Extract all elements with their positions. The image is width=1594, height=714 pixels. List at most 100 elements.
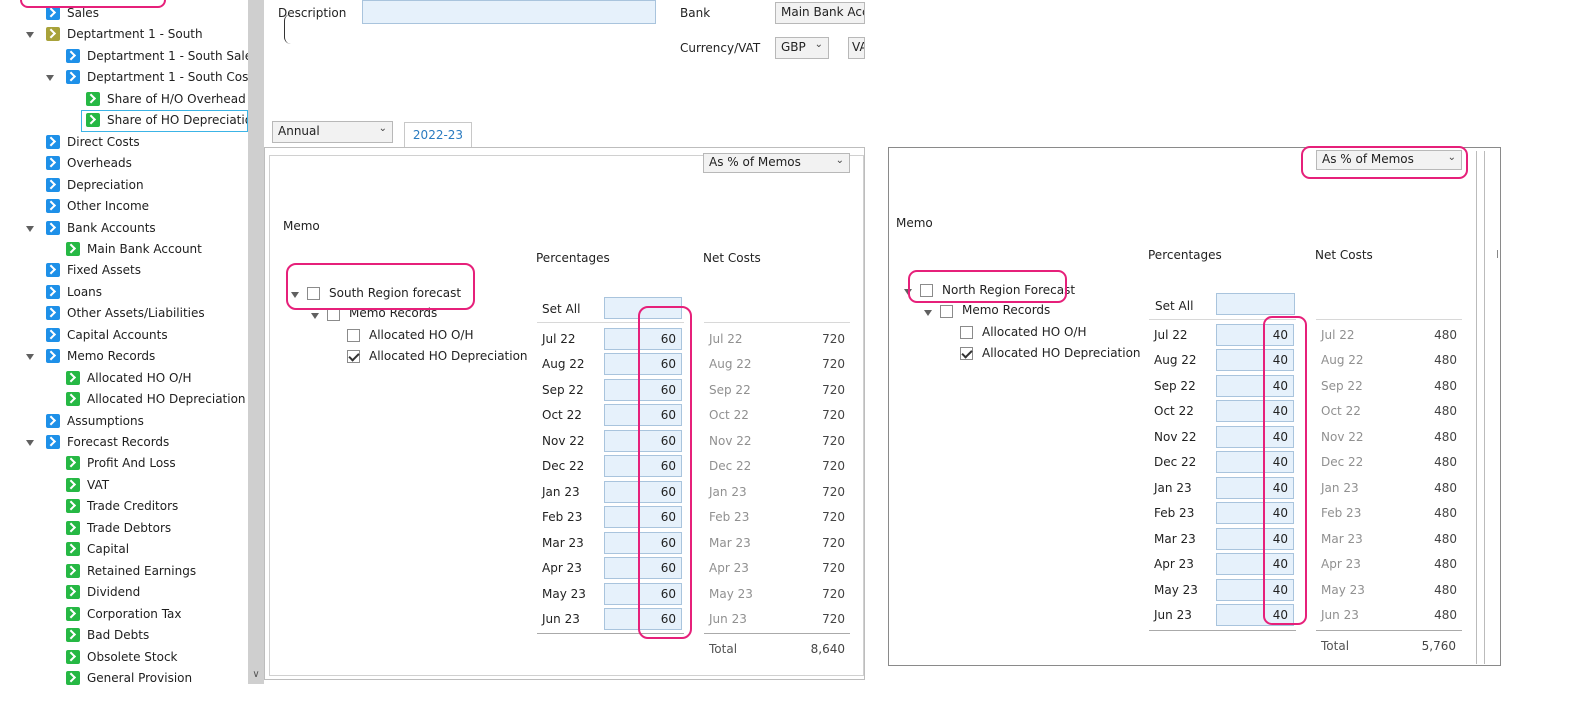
tree-item[interactable]: Memo Records: [46, 346, 155, 366]
tree-item-label: Allocated HO Depreciation: [87, 392, 246, 407]
north-set-all-input[interactable]: [1216, 293, 1295, 315]
tree-item-label: Deptartment 1 - South Cost: [87, 70, 252, 85]
tree-item[interactable]: Bank Accounts: [46, 218, 156, 238]
arrow-right-icon: [66, 241, 80, 256]
tree-item[interactable]: General Provision: [66, 668, 192, 688]
tree-item[interactable]: Deptartment 1 - South: [46, 24, 203, 44]
tree-scrollbar[interactable]: [248, 0, 264, 684]
net-cost-value: 480: [1434, 328, 1457, 342]
arrow-right-icon: [46, 220, 60, 235]
month-label: Apr 23: [542, 561, 582, 576]
expand-arrow-icon[interactable]: [26, 225, 34, 232]
memo-item-checkbox[interactable]: [960, 326, 973, 339]
tree-item[interactable]: Forecast Records: [46, 432, 169, 452]
memo-item-checkbox[interactable]: [347, 329, 360, 342]
tree-item[interactable]: Deptartment 1 - South Cost: [66, 67, 252, 87]
net-cost-value: 720: [822, 332, 845, 346]
tree-item[interactable]: Bad Debts: [66, 625, 149, 645]
net-month-label: Dec 22: [1321, 455, 1364, 470]
tree-item[interactable]: Deptartment 1 - South Sales: [66, 46, 252, 66]
vat-select[interactable]: VA: [848, 37, 865, 59]
south-mode-select[interactable]: As % of Memos ⌄: [703, 153, 850, 173]
tree-item[interactable]: Allocated HO O/H: [66, 368, 191, 388]
scroll-down-icon[interactable]: ∨: [249, 668, 263, 682]
arrow-right-icon: [66, 628, 80, 643]
tree-item-label: Memo Records: [67, 349, 156, 364]
tree-item[interactable]: Trade Debtors: [66, 518, 171, 538]
period-select[interactable]: Annual ⌄: [272, 121, 393, 143]
month-label: Oct 22: [542, 408, 582, 423]
tree-item[interactable]: Other Income: [46, 196, 149, 216]
tree-item[interactable]: Dividend: [66, 582, 140, 602]
net-month-label: Apr 23: [709, 561, 749, 576]
tree-item[interactable]: Allocated HO Depreciation: [66, 389, 246, 409]
expand-arrow-icon[interactable]: [924, 310, 932, 316]
tree-item-label: Corporation Tax: [87, 606, 182, 621]
tree-item[interactable]: Profit And Loss: [66, 453, 176, 473]
expand-arrow-icon[interactable]: [26, 440, 34, 446]
net-month-label: Jun 23: [1321, 607, 1359, 622]
south-percentages-header: Percentages: [536, 251, 610, 265]
arrow-right-icon: [66, 456, 80, 471]
expand-arrow-icon[interactable]: [311, 313, 319, 319]
south-total-value: 8,640: [810, 642, 845, 656]
tree-item-label: Forecast Records: [67, 435, 170, 449]
memo-item-checkbox[interactable]: [347, 350, 360, 363]
arrow-right-icon: [46, 306, 60, 321]
expand-arrow-icon[interactable]: [26, 32, 34, 39]
month-label: Mar 23: [542, 535, 584, 550]
tree-item[interactable]: Retained Earnings: [66, 561, 196, 581]
tree-item[interactable]: Direct Costs: [46, 132, 140, 152]
arrow-right-icon: [66, 392, 80, 407]
tree-item[interactable]: Loans: [46, 282, 102, 302]
tree-item-label: Main Bank Account: [87, 241, 202, 256]
south-set-all-label: Set All: [542, 302, 581, 316]
month-label: Oct 22: [1154, 404, 1194, 419]
net-cost-value: 480: [1434, 429, 1457, 444]
month-label: Apr 23: [1154, 557, 1194, 572]
tree-item[interactable]: Share of H/O Overhead: [86, 89, 246, 109]
bank-label: Bank: [680, 6, 711, 20]
expand-arrow-icon[interactable]: [26, 354, 34, 361]
net-cost-value: 720: [822, 382, 845, 397]
highlight-annotation: [908, 270, 1067, 303]
month-label: Jul 22: [542, 332, 576, 346]
tree-item[interactable]: VAT: [66, 475, 109, 495]
arrow-right-icon: [66, 585, 80, 600]
tree-item[interactable]: Capital: [66, 539, 129, 559]
tree-item-label: Obsolete Stock: [87, 649, 178, 664]
tree-item-label: Retained Earnings: [87, 563, 197, 578]
tree-item[interactable]: Depreciation: [46, 175, 144, 195]
description-input[interactable]: [362, 0, 656, 24]
bank-select[interactable]: Main Bank Acco: [775, 2, 865, 24]
tree-item[interactable]: Assumptions: [46, 411, 144, 431]
currency-select[interactable]: GBP ⌄: [775, 37, 829, 59]
arrow-right-icon: [66, 499, 80, 514]
highlight-annotation: [20, 0, 166, 8]
tree-item-label: Overheads: [67, 156, 132, 171]
net-cost-value: 480: [1434, 531, 1457, 546]
tree-item[interactable]: Other Assets/Liabilities: [46, 303, 205, 323]
arrow-right-icon: [66, 520, 80, 535]
tree-item-label: Allocated HO O/H: [87, 370, 192, 385]
expand-arrow-icon[interactable]: [46, 75, 54, 82]
memo-item-checkbox[interactable]: [960, 347, 973, 360]
north-memo-records-label: Memo Records: [962, 303, 1051, 317]
month-label: Dec 22: [542, 459, 585, 474]
month-label: Sep 22: [542, 382, 584, 397]
tree-item[interactable]: Capital Accounts: [46, 325, 168, 345]
net-cost-value: 720: [822, 459, 845, 474]
tree-item[interactable]: Fixed Assets: [46, 260, 141, 280]
tree-item[interactable]: Corporation Tax: [66, 604, 182, 624]
memo-item-label: Allocated HO O/H: [369, 328, 474, 342]
tree-item[interactable]: Trade Creditors: [66, 496, 178, 516]
south-total-rule-right: [704, 633, 850, 634]
tree-item[interactable]: Main Bank Account: [66, 239, 202, 259]
net-cost-value: 720: [822, 357, 845, 372]
tab-2022-23[interactable]: 2022-23: [404, 122, 472, 148]
north-total-label: Total: [1321, 639, 1350, 653]
memo-records-checkbox[interactable]: [940, 305, 953, 318]
tree-item[interactable]: Obsolete Stock: [66, 647, 178, 667]
net-month-label: Apr 23: [1321, 557, 1361, 572]
tree-item[interactable]: Overheads: [46, 153, 132, 173]
